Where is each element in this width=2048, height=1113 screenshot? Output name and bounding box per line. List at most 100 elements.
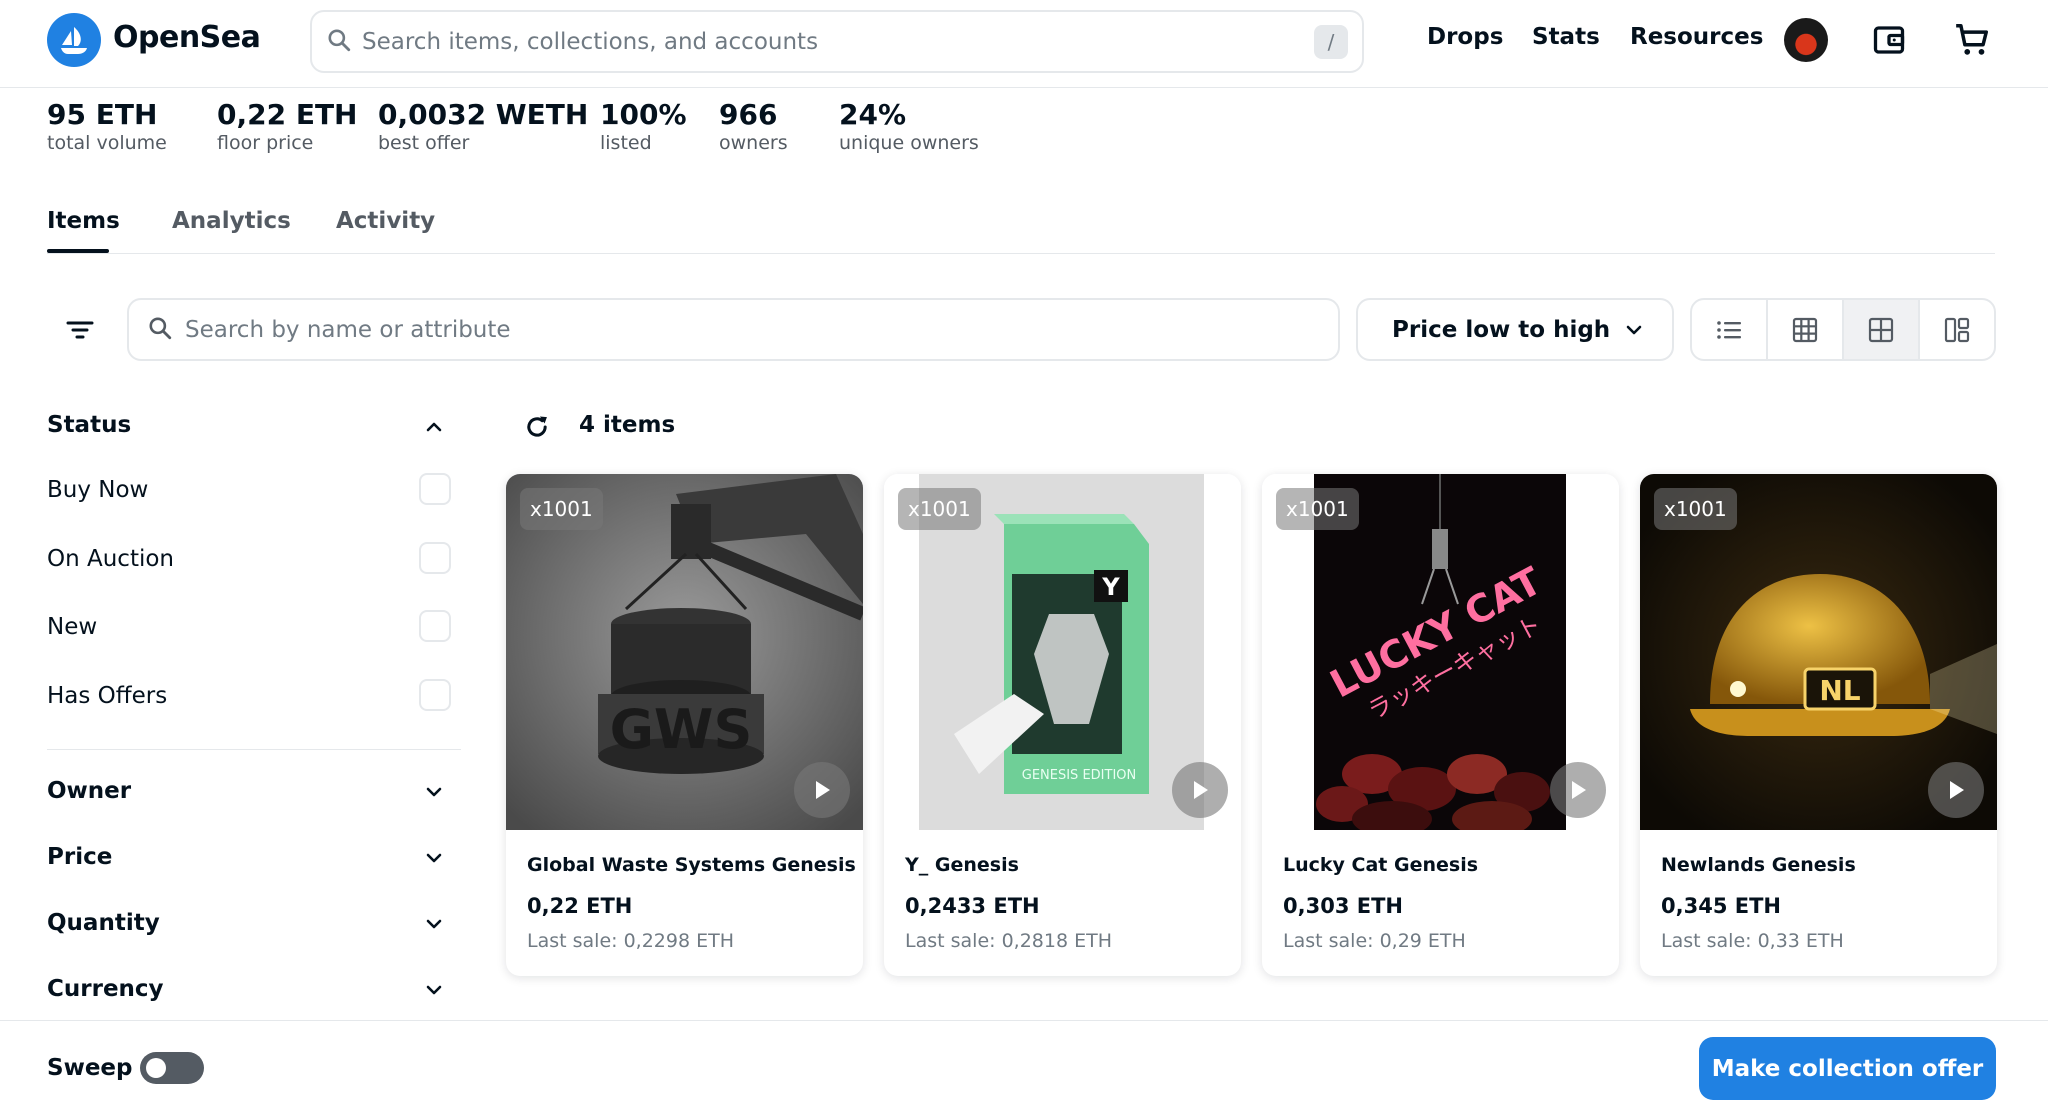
opensea-logo-icon[interactable]	[47, 13, 101, 67]
svg-text:NL: NL	[1819, 674, 1860, 707]
tab-items[interactable]: Items	[47, 208, 120, 234]
tab-analytics[interactable]: Analytics	[172, 208, 291, 234]
global-search-input[interactable]: Search items, collections, and accounts …	[310, 10, 1364, 73]
sweep-label: Sweep	[47, 1055, 133, 1081]
currency-filter-title[interactable]: Currency	[47, 976, 164, 1002]
nft-image[interactable]: NL x1001	[1640, 474, 1997, 830]
tabs-divider	[47, 253, 1995, 254]
nft-last-sale: Last sale: 0,2818 ETH	[905, 930, 1112, 952]
nft-name: Global Waste Systems Genesis	[527, 854, 856, 876]
quantity-badge: x1001	[520, 488, 603, 530]
sort-dropdown[interactable]: Price low to high	[1356, 298, 1674, 361]
quantity-filter-title[interactable]: Quantity	[47, 910, 160, 936]
play-icon[interactable]	[794, 762, 850, 818]
chevron-down-icon[interactable]	[422, 846, 446, 870]
quantity-badge: x1001	[1276, 488, 1359, 530]
stat-total-volume: 95 ETH total volume	[47, 98, 167, 154]
status-option-label: Has Offers	[47, 683, 168, 709]
stat-label: owners	[719, 132, 788, 154]
nft-card-newlands-genesis[interactable]: NL x1001 Newlands Genesis 0,345 ETH Last…	[1640, 474, 1997, 976]
cart-icon[interactable]	[1952, 20, 1992, 60]
stat-value: 100%	[600, 98, 687, 131]
filter-toggle-icon[interactable]	[58, 310, 102, 350]
mosaic-view-icon[interactable]	[1920, 300, 1994, 359]
global-search-placeholder: Search items, collections, and accounts	[362, 28, 819, 55]
quantity-badge: x1001	[898, 488, 981, 530]
status-option-on-auction[interactable]: On Auction	[47, 542, 451, 578]
play-icon[interactable]	[1172, 762, 1228, 818]
nft-last-sale: Last sale: 0,33 ETH	[1661, 930, 1844, 952]
nft-last-sale: Last sale: 0,2298 ETH	[527, 930, 734, 952]
toggle-knob	[146, 1058, 166, 1078]
stat-value: 95 ETH	[47, 98, 158, 131]
nav-drops[interactable]: Drops	[1427, 24, 1503, 50]
sort-label: Price low to high	[1392, 316, 1611, 343]
refresh-icon[interactable]	[521, 411, 553, 443]
sweep-toggle[interactable]	[140, 1052, 204, 1084]
status-filter-title[interactable]: Status	[47, 412, 131, 438]
stat-label: total volume	[47, 132, 167, 154]
nft-price: 0,345 ETH	[1661, 894, 1781, 918]
nft-image[interactable]: Y GENESIS EDITION x1001	[884, 474, 1241, 830]
status-option-new[interactable]: New	[47, 610, 451, 646]
nft-name: Newlands Genesis	[1661, 854, 1856, 876]
tab-activity[interactable]: Activity	[336, 208, 435, 234]
play-icon[interactable]	[1928, 762, 1984, 818]
nft-last-sale: Last sale: 0,29 ETH	[1283, 930, 1466, 952]
owner-filter-title[interactable]: Owner	[47, 778, 131, 804]
status-option-buy-now[interactable]: Buy Now	[47, 473, 451, 509]
chevron-down-icon[interactable]	[422, 780, 446, 804]
nav-stats[interactable]: Stats	[1532, 24, 1600, 50]
nft-card-lucky-cat[interactable]: LUCKY CAT ラッキーキャット x1001 Lucky Cat Genes…	[1262, 474, 1619, 976]
play-icon[interactable]	[1550, 762, 1606, 818]
wallet-icon[interactable]	[1869, 20, 1909, 60]
nft-price: 0,22 ETH	[527, 894, 633, 918]
nft-card-global-waste-systems[interactable]: GWS x1001 Global Waste Systems Genesis 0…	[506, 474, 863, 976]
new-checkbox[interactable]	[419, 610, 451, 642]
stat-listed: 100% listed	[600, 98, 687, 154]
search-icon	[326, 27, 352, 57]
chevron-down-icon[interactable]	[422, 912, 446, 936]
brand-name[interactable]: OpenSea	[113, 20, 261, 55]
stat-unique-owners: 24% unique owners	[839, 98, 979, 154]
stat-label: floor price	[217, 132, 314, 154]
price-filter-title[interactable]: Price	[47, 844, 112, 870]
stat-label: listed	[600, 132, 652, 154]
nft-image[interactable]: GWS x1001	[506, 474, 863, 830]
list-view-icon[interactable]	[1692, 300, 1768, 359]
quantity-badge: x1001	[1654, 488, 1737, 530]
make-collection-offer-button[interactable]: Make collection offer	[1699, 1037, 1996, 1100]
nav-resources[interactable]: Resources	[1630, 24, 1763, 50]
sidebar-divider	[47, 749, 461, 750]
status-option-label: On Auction	[47, 546, 175, 572]
avatar[interactable]	[1784, 18, 1828, 62]
artwork-gws-text: GWS	[610, 698, 753, 761]
has-offers-checkbox[interactable]	[419, 679, 451, 711]
nft-card-y-genesis[interactable]: Y GENESIS EDITION x1001 Y_ Genesis 0,243…	[884, 474, 1241, 976]
search-shortcut-key: /	[1314, 24, 1348, 59]
stat-label: best offer	[378, 132, 470, 154]
buy-now-checkbox[interactable]	[419, 473, 451, 505]
nft-price: 0,303 ETH	[1283, 894, 1403, 918]
stat-floor-price: 0,22 ETH floor price	[217, 98, 358, 154]
status-option-label: New	[47, 614, 98, 640]
grid-small-view-icon[interactable]	[1768, 300, 1844, 359]
nft-name: Lucky Cat Genesis	[1283, 854, 1479, 876]
nft-image[interactable]: LUCKY CAT ラッキーキャット x1001	[1262, 474, 1619, 830]
on-auction-checkbox[interactable]	[419, 542, 451, 574]
stat-value: 0,0032 WETH	[378, 98, 589, 131]
attribute-search-input[interactable]: Search by name or attribute	[127, 298, 1340, 361]
chevron-down-icon[interactable]	[422, 978, 446, 1002]
view-mode-group	[1690, 298, 1996, 361]
chevron-down-icon	[1624, 320, 1644, 346]
stat-value: 24%	[839, 98, 907, 131]
nft-price: 0,2433 ETH	[905, 894, 1040, 918]
grid-large-view-icon[interactable]	[1844, 300, 1920, 359]
item-count: 4 items	[579, 412, 676, 438]
stat-owners: 966 owners	[719, 98, 788, 154]
chevron-up-icon[interactable]	[422, 415, 446, 439]
search-icon	[147, 315, 173, 345]
attribute-search-placeholder: Search by name or attribute	[185, 316, 511, 343]
active-tab-indicator	[47, 249, 109, 253]
status-option-has-offers[interactable]: Has Offers	[47, 679, 451, 715]
